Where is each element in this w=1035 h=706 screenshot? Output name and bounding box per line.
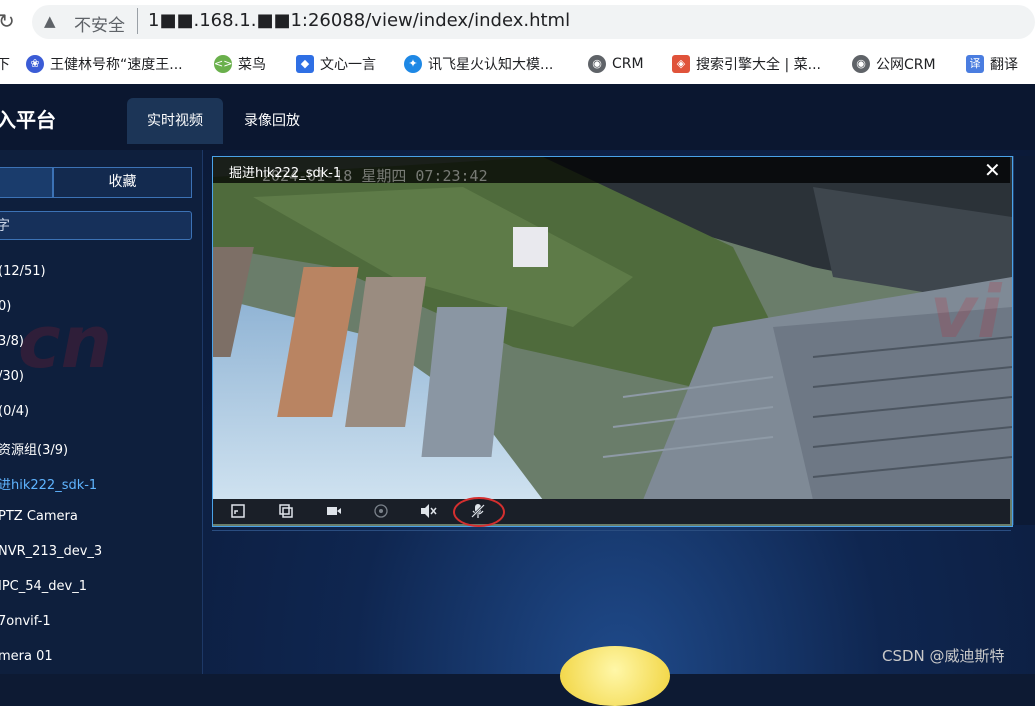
sidebar-search-input[interactable] <box>0 211 192 240</box>
url-separator <box>137 8 138 34</box>
tree-item[interactable]: 7onvif-1 <box>0 614 51 629</box>
bookmark-item[interactable]: 译翻译 <box>966 53 1018 75</box>
player-title: 掘进hik222_sdk-1 <box>229 166 342 181</box>
copy-window-icon[interactable] <box>277 503 295 519</box>
record-video-icon[interactable] <box>325 503 343 519</box>
bookmark-label: 下 <box>0 57 10 73</box>
background-watermark: vi <box>930 270 1002 354</box>
bookmarks-bar: 下 ❀ 王健林号称“速度王... <> 菜鸟 ◆ 文心一言 ✦ 讯飞星火认知大模... … <box>0 44 1035 85</box>
tab-live-video[interactable]: 实时视频 <box>127 98 223 144</box>
csdn-watermark: CSDN @威迪斯特 <box>882 647 1005 665</box>
globe-icon: ◉ <box>588 55 606 73</box>
cube-icon: ◈ <box>672 55 690 73</box>
bookmark-label: 公网CRM <box>876 57 936 73</box>
tree-item[interactable]: 3/8) <box>0 334 24 349</box>
paw-icon: ❀ <box>26 55 44 73</box>
bookmark-fragment[interactable]: 下 <box>0 53 10 75</box>
sidebar-search-placeholder: 字 <box>0 218 10 234</box>
close-icon[interactable]: ✕ <box>984 158 1001 182</box>
bookmark-item[interactable]: <> 菜鸟 <box>214 53 266 75</box>
ptz-target-icon[interactable] <box>372 503 390 519</box>
wenxin-icon: ◆ <box>296 55 314 73</box>
bookmark-label: 文心一言 <box>320 57 376 73</box>
bookmark-item[interactable]: ✦ 讯飞星火认知大模... <box>404 53 553 75</box>
secondary-panel-edge <box>1013 156 1035 525</box>
reload-icon[interactable]: ↻ <box>0 9 15 33</box>
decorative-planet-glow <box>560 646 670 706</box>
tree-item-selected[interactable]: 进hik222_sdk-1 <box>0 474 97 493</box>
bookmark-item[interactable]: ◆ 文心一言 <box>296 53 376 75</box>
sidebar-tab-resources[interactable] <box>0 167 53 198</box>
background-watermark: cn <box>18 300 112 384</box>
bookmark-label: CRM <box>612 56 644 72</box>
sidebar-tab-favorites[interactable]: 收藏 <box>53 167 192 198</box>
insecure-label[interactable]: 不安全 <box>74 11 125 36</box>
bookmark-item[interactable]: ◉ 公网CRM <box>852 53 936 75</box>
bookmark-item[interactable]: ◈ 搜索引擎大全 | 菜... <box>672 53 821 75</box>
bookmark-item[interactable]: ❀ 王健林号称“速度王... <box>26 53 183 75</box>
tree-item[interactable]: 资源组(3/9) <box>0 439 68 458</box>
highlight-annotation-circle <box>453 497 505 527</box>
tree-item[interactable]: 0) <box>0 299 11 314</box>
app-title: 入平台 <box>0 108 56 132</box>
tree-item[interactable]: /30) <box>0 369 24 384</box>
bookmark-label: 王健林号称“速度王... <box>50 57 183 73</box>
tree-item[interactable]: (0/4) <box>0 404 29 419</box>
mute-speaker-icon[interactable] <box>420 503 438 519</box>
bookmark-item[interactable]: ◉ CRM <box>588 53 644 75</box>
translate-icon: 译 <box>966 55 984 73</box>
warning-icon[interactable]: ▲ <box>44 12 56 30</box>
video-frame <box>213 157 1012 526</box>
url-text[interactable]: 1■■.168.1.■■1:26088/view/index/index.htm… <box>148 10 570 31</box>
video-player[interactable] <box>212 156 1013 527</box>
bookmark-label: 菜鸟 <box>238 57 266 73</box>
tree-item[interactable]: IPC_54_dev_1 <box>0 579 87 594</box>
fullscreen-icon[interactable] <box>229 503 247 519</box>
tree-item[interactable]: (12/51) <box>0 264 46 279</box>
tree-item[interactable]: PTZ Camera <box>0 509 78 524</box>
tree-item[interactable]: mera 01 <box>0 649 53 664</box>
tab-playback[interactable]: 录像回放 <box>232 98 312 144</box>
spark-icon: ✦ <box>404 55 422 73</box>
runoob-icon: <> <box>214 55 232 73</box>
bookmark-label: 搜索引擎大全 | 菜... <box>696 57 821 73</box>
tree-item[interactable]: NVR_213_dev_3 <box>0 544 102 559</box>
bookmark-label: 讯飞星火认知大模... <box>428 57 554 73</box>
globe-icon: ◉ <box>852 55 870 73</box>
bookmark-label: 翻译 <box>990 57 1018 73</box>
